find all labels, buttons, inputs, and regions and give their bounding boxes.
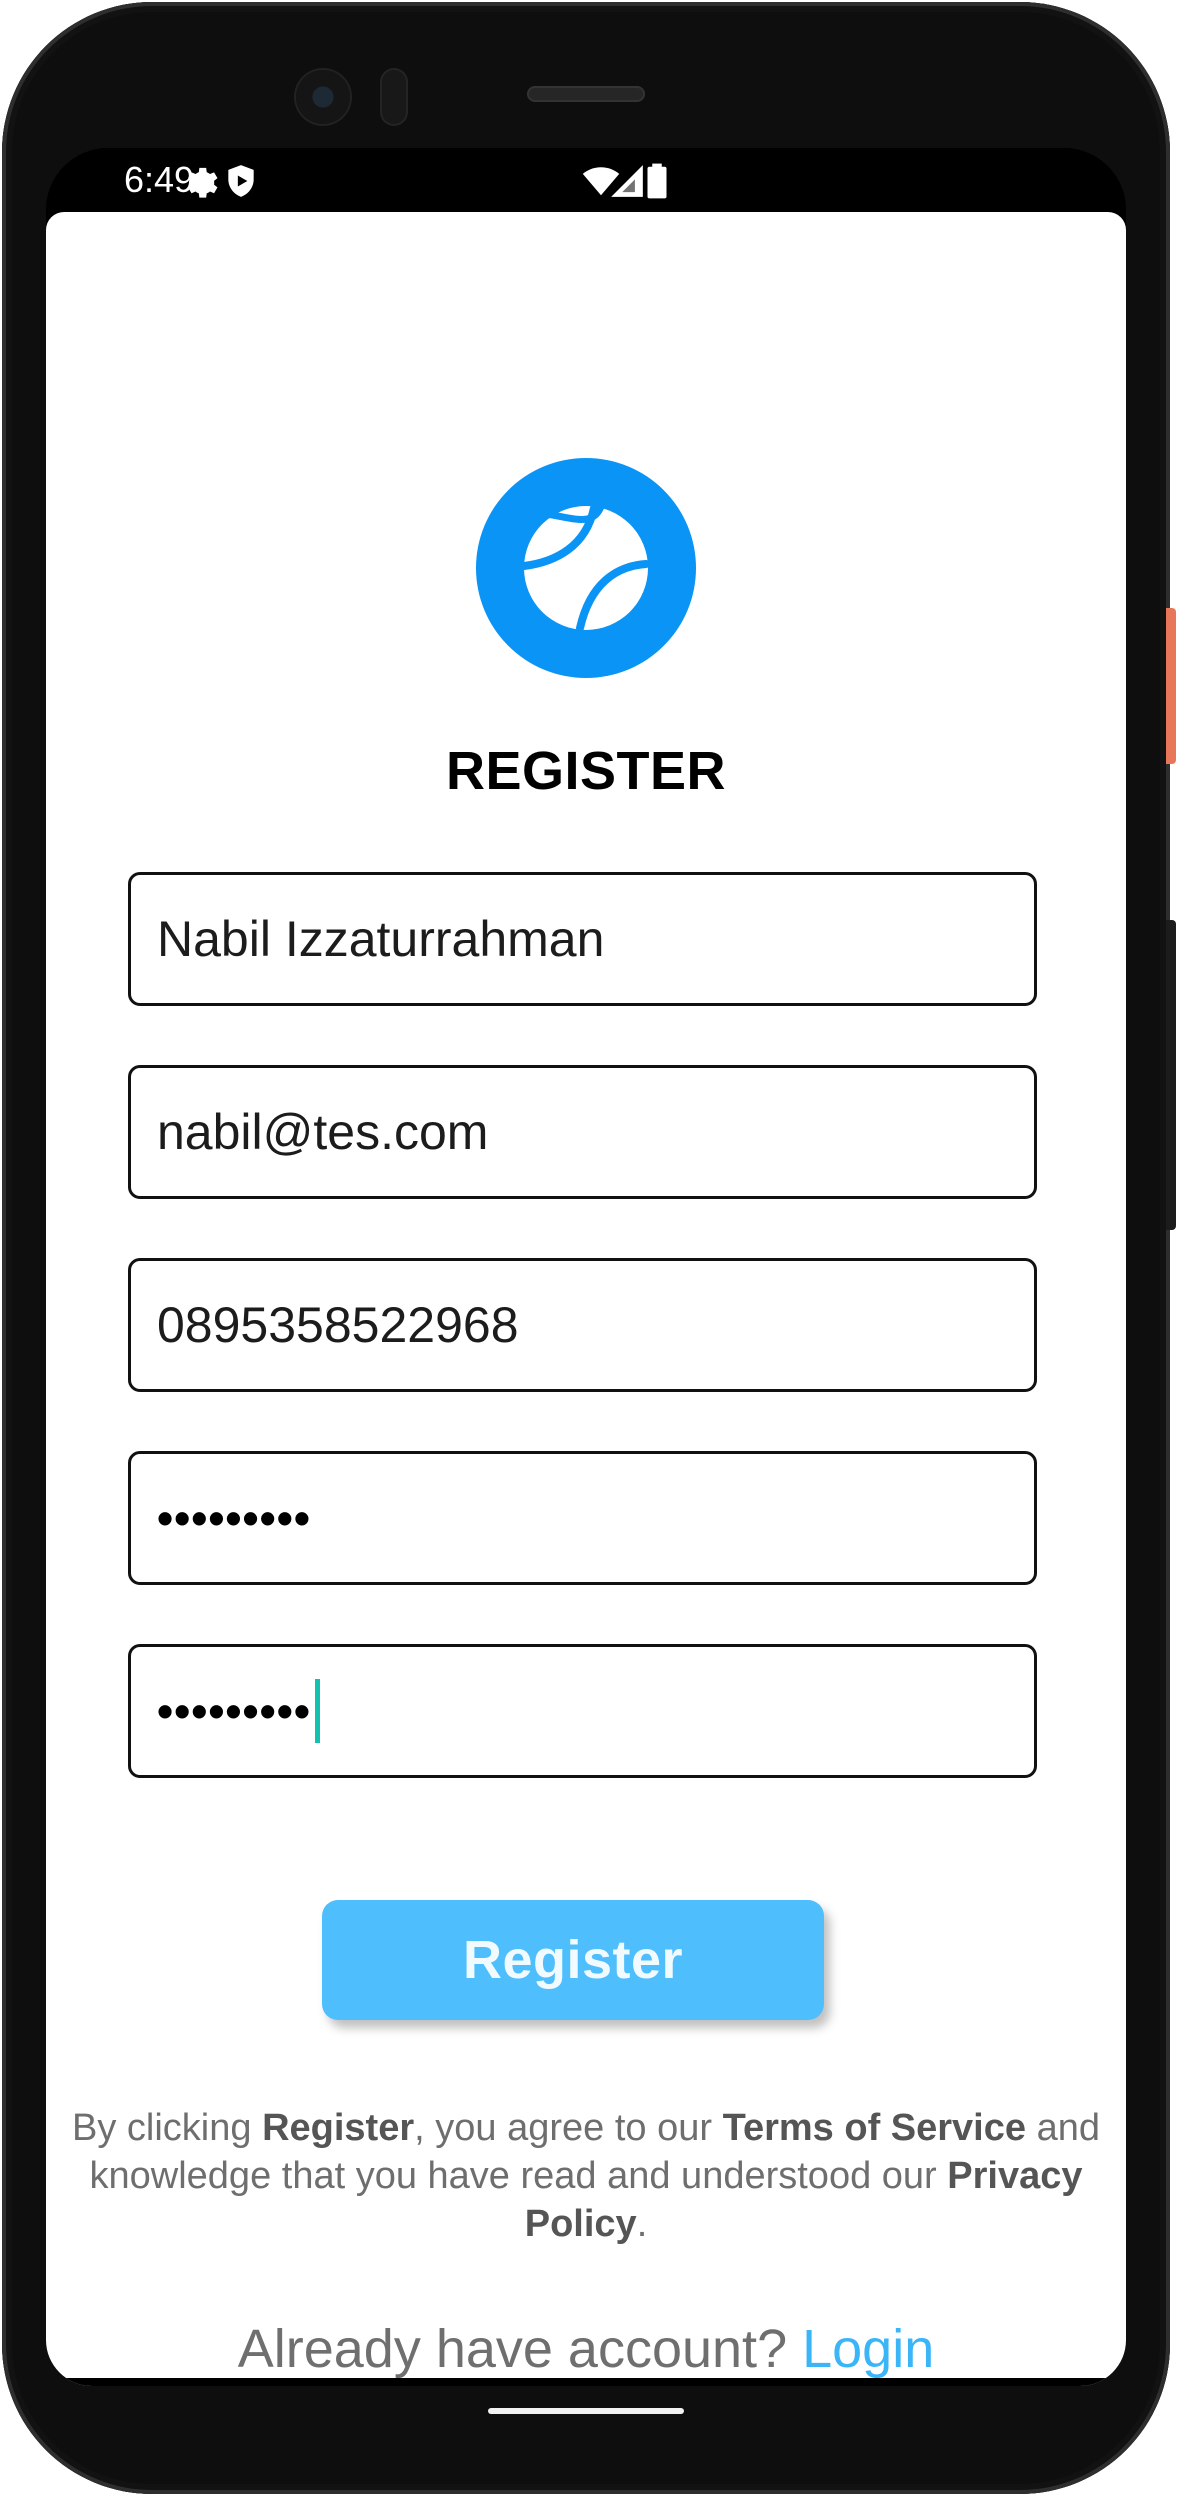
phone-field-value: 0895358522968 bbox=[157, 1297, 519, 1353]
phone-screen: 6:49 REGISTER Nabil Izzaturrahman nabil@… bbox=[46, 148, 1126, 2386]
shield-icon bbox=[228, 165, 254, 197]
tennis-ball-graphic bbox=[520, 500, 650, 632]
terms-end: . bbox=[636, 2203, 648, 2245]
status-bar: 6:49 bbox=[46, 148, 1126, 212]
navigation-bar bbox=[46, 2378, 1126, 2386]
login-link[interactable]: Login bbox=[802, 2319, 934, 2379]
battery-icon bbox=[647, 163, 667, 199]
terms-register-word: Register bbox=[262, 2107, 415, 2149]
signal-icon bbox=[611, 165, 643, 197]
tennis-ball-icon bbox=[476, 458, 696, 678]
register-button[interactable]: Register bbox=[322, 1900, 824, 2020]
email-field[interactable]: nabil@tes.com bbox=[128, 1065, 1037, 1199]
terms-prefix: By clicking bbox=[72, 2107, 263, 2149]
terms-middle: , you agree to our bbox=[414, 2107, 723, 2149]
confirm-password-field[interactable]: ••••••••• bbox=[128, 1644, 1037, 1778]
register-screen: REGISTER Nabil Izzaturrahman nabil@tes.c… bbox=[46, 212, 1126, 2386]
terms-notice: By clicking Register, you agree to our T… bbox=[46, 2104, 1126, 2248]
password-field-value: ••••••••• bbox=[157, 1492, 311, 1544]
confirm-password-field-value: ••••••••• bbox=[157, 1685, 311, 1737]
earpiece-speaker bbox=[527, 86, 645, 102]
home-indicator[interactable] bbox=[488, 2408, 684, 2414]
phone-field[interactable]: 0895358522968 bbox=[128, 1258, 1037, 1392]
email-field-value: nabil@tes.com bbox=[157, 1104, 489, 1160]
name-field[interactable]: Nabil Izzaturrahman bbox=[128, 872, 1037, 1006]
front-camera bbox=[296, 70, 350, 124]
login-prompt: Already have account? Login bbox=[46, 2318, 1126, 2380]
volume-button bbox=[1166, 920, 1176, 1230]
name-field-value: Nabil Izzaturrahman bbox=[157, 911, 605, 967]
password-field[interactable]: ••••••••• bbox=[128, 1451, 1037, 1585]
proximity-sensor bbox=[380, 68, 408, 126]
page-title: REGISTER bbox=[445, 741, 727, 801]
text-cursor bbox=[314, 1679, 320, 1743]
phone-device: 6:49 REGISTER Nabil Izzaturrahman nabil@… bbox=[0, 0, 1178, 2498]
gear-icon bbox=[188, 167, 218, 198]
login-question: Already have account? bbox=[237, 2319, 803, 2379]
power-button bbox=[1166, 608, 1176, 764]
terms-of-service-link[interactable]: Terms of Service bbox=[723, 2107, 1026, 2149]
